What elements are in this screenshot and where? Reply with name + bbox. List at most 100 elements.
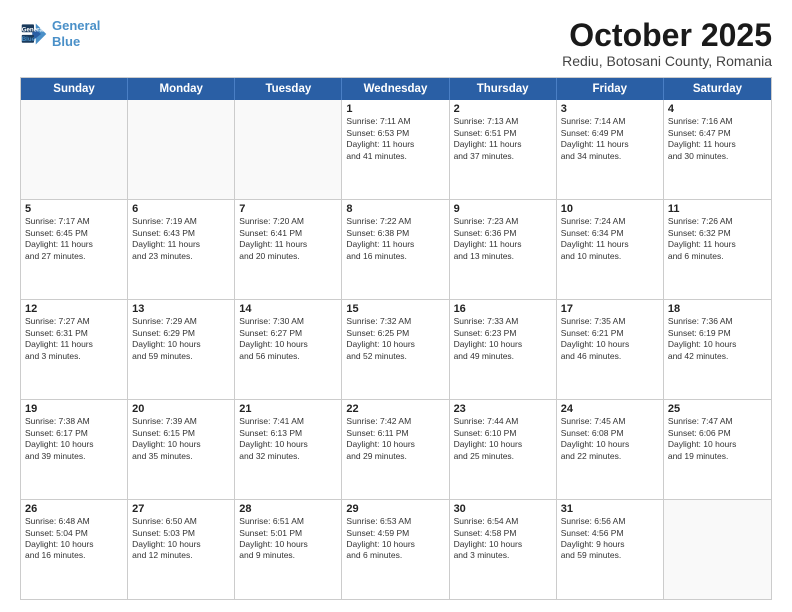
day-number: 20 xyxy=(132,403,230,415)
calendar-row-4: 19Sunrise: 7:38 AM Sunset: 6:17 PM Dayli… xyxy=(21,399,771,499)
calendar-cell xyxy=(128,100,235,199)
weekday-header-wednesday: Wednesday xyxy=(342,78,449,100)
day-number: 8 xyxy=(346,203,444,215)
calendar-row-3: 12Sunrise: 7:27 AM Sunset: 6:31 PM Dayli… xyxy=(21,299,771,399)
calendar-cell: 9Sunrise: 7:23 AM Sunset: 6:36 PM Daylig… xyxy=(450,200,557,299)
day-number: 7 xyxy=(239,203,337,215)
calendar-row-5: 26Sunrise: 6:48 AM Sunset: 5:04 PM Dayli… xyxy=(21,499,771,599)
calendar-cell: 29Sunrise: 6:53 AM Sunset: 4:59 PM Dayli… xyxy=(342,500,449,599)
day-number: 19 xyxy=(25,403,123,415)
calendar-cell: 25Sunrise: 7:47 AM Sunset: 6:06 PM Dayli… xyxy=(664,400,771,499)
calendar-cell: 12Sunrise: 7:27 AM Sunset: 6:31 PM Dayli… xyxy=(21,300,128,399)
calendar-cell: 24Sunrise: 7:45 AM Sunset: 6:08 PM Dayli… xyxy=(557,400,664,499)
day-info: Sunrise: 7:44 AM Sunset: 6:10 PM Dayligh… xyxy=(454,416,552,462)
logo: General Blue GeneralBlue xyxy=(20,18,100,49)
calendar-cell: 4Sunrise: 7:16 AM Sunset: 6:47 PM Daylig… xyxy=(664,100,771,199)
day-info: Sunrise: 7:14 AM Sunset: 6:49 PM Dayligh… xyxy=(561,116,659,162)
calendar-cell: 3Sunrise: 7:14 AM Sunset: 6:49 PM Daylig… xyxy=(557,100,664,199)
day-number: 5 xyxy=(25,203,123,215)
weekday-header-thursday: Thursday xyxy=(450,78,557,100)
day-number: 14 xyxy=(239,303,337,315)
calendar-cell: 10Sunrise: 7:24 AM Sunset: 6:34 PM Dayli… xyxy=(557,200,664,299)
calendar-cell: 30Sunrise: 6:54 AM Sunset: 4:58 PM Dayli… xyxy=(450,500,557,599)
logo-text: GeneralBlue xyxy=(52,18,100,49)
day-info: Sunrise: 7:22 AM Sunset: 6:38 PM Dayligh… xyxy=(346,216,444,262)
calendar-cell: 15Sunrise: 7:32 AM Sunset: 6:25 PM Dayli… xyxy=(342,300,449,399)
day-info: Sunrise: 7:26 AM Sunset: 6:32 PM Dayligh… xyxy=(668,216,767,262)
calendar-cell: 13Sunrise: 7:29 AM Sunset: 6:29 PM Dayli… xyxy=(128,300,235,399)
calendar-cell: 22Sunrise: 7:42 AM Sunset: 6:11 PM Dayli… xyxy=(342,400,449,499)
calendar-cell: 2Sunrise: 7:13 AM Sunset: 6:51 PM Daylig… xyxy=(450,100,557,199)
day-info: Sunrise: 7:32 AM Sunset: 6:25 PM Dayligh… xyxy=(346,316,444,362)
day-info: Sunrise: 7:11 AM Sunset: 6:53 PM Dayligh… xyxy=(346,116,444,162)
svg-text:Blue: Blue xyxy=(22,36,36,43)
day-info: Sunrise: 7:13 AM Sunset: 6:51 PM Dayligh… xyxy=(454,116,552,162)
day-info: Sunrise: 7:38 AM Sunset: 6:17 PM Dayligh… xyxy=(25,416,123,462)
day-info: Sunrise: 7:20 AM Sunset: 6:41 PM Dayligh… xyxy=(239,216,337,262)
calendar-cell: 6Sunrise: 7:19 AM Sunset: 6:43 PM Daylig… xyxy=(128,200,235,299)
day-number: 22 xyxy=(346,403,444,415)
day-info: Sunrise: 7:19 AM Sunset: 6:43 PM Dayligh… xyxy=(132,216,230,262)
day-info: Sunrise: 6:53 AM Sunset: 4:59 PM Dayligh… xyxy=(346,516,444,562)
calendar: SundayMondayTuesdayWednesdayThursdayFrid… xyxy=(20,77,772,600)
day-info: Sunrise: 6:50 AM Sunset: 5:03 PM Dayligh… xyxy=(132,516,230,562)
day-number: 26 xyxy=(25,503,123,515)
calendar-cell xyxy=(664,500,771,599)
day-number: 9 xyxy=(454,203,552,215)
calendar-row-1: 1Sunrise: 7:11 AM Sunset: 6:53 PM Daylig… xyxy=(21,100,771,199)
calendar-cell: 23Sunrise: 7:44 AM Sunset: 6:10 PM Dayli… xyxy=(450,400,557,499)
calendar-body: 1Sunrise: 7:11 AM Sunset: 6:53 PM Daylig… xyxy=(21,100,771,599)
day-info: Sunrise: 7:47 AM Sunset: 6:06 PM Dayligh… xyxy=(668,416,767,462)
calendar-cell xyxy=(21,100,128,199)
day-info: Sunrise: 7:36 AM Sunset: 6:19 PM Dayligh… xyxy=(668,316,767,362)
calendar-cell: 26Sunrise: 6:48 AM Sunset: 5:04 PM Dayli… xyxy=(21,500,128,599)
calendar-cell xyxy=(235,100,342,199)
calendar-cell: 31Sunrise: 6:56 AM Sunset: 4:56 PM Dayli… xyxy=(557,500,664,599)
day-number: 11 xyxy=(668,203,767,215)
day-number: 24 xyxy=(561,403,659,415)
page: General Blue GeneralBlue October 2025 Re… xyxy=(0,0,792,612)
svg-text:General: General xyxy=(22,26,45,33)
calendar-cell: 16Sunrise: 7:33 AM Sunset: 6:23 PM Dayli… xyxy=(450,300,557,399)
calendar-cell: 28Sunrise: 6:51 AM Sunset: 5:01 PM Dayli… xyxy=(235,500,342,599)
calendar-cell: 11Sunrise: 7:26 AM Sunset: 6:32 PM Dayli… xyxy=(664,200,771,299)
logo-icon: General Blue xyxy=(20,20,48,48)
calendar-cell: 7Sunrise: 7:20 AM Sunset: 6:41 PM Daylig… xyxy=(235,200,342,299)
weekday-header-sunday: Sunday xyxy=(21,78,128,100)
day-info: Sunrise: 6:51 AM Sunset: 5:01 PM Dayligh… xyxy=(239,516,337,562)
day-info: Sunrise: 6:48 AM Sunset: 5:04 PM Dayligh… xyxy=(25,516,123,562)
calendar-cell: 8Sunrise: 7:22 AM Sunset: 6:38 PM Daylig… xyxy=(342,200,449,299)
month-title: October 2025 xyxy=(562,18,772,53)
day-number: 4 xyxy=(668,103,767,115)
day-info: Sunrise: 7:17 AM Sunset: 6:45 PM Dayligh… xyxy=(25,216,123,262)
day-number: 25 xyxy=(668,403,767,415)
day-info: Sunrise: 7:41 AM Sunset: 6:13 PM Dayligh… xyxy=(239,416,337,462)
calendar-cell: 1Sunrise: 7:11 AM Sunset: 6:53 PM Daylig… xyxy=(342,100,449,199)
day-number: 3 xyxy=(561,103,659,115)
calendar-cell: 5Sunrise: 7:17 AM Sunset: 6:45 PM Daylig… xyxy=(21,200,128,299)
header: General Blue GeneralBlue October 2025 Re… xyxy=(20,18,772,69)
day-info: Sunrise: 7:42 AM Sunset: 6:11 PM Dayligh… xyxy=(346,416,444,462)
day-info: Sunrise: 7:29 AM Sunset: 6:29 PM Dayligh… xyxy=(132,316,230,362)
day-number: 15 xyxy=(346,303,444,315)
day-info: Sunrise: 7:30 AM Sunset: 6:27 PM Dayligh… xyxy=(239,316,337,362)
day-info: Sunrise: 7:27 AM Sunset: 6:31 PM Dayligh… xyxy=(25,316,123,362)
day-info: Sunrise: 7:16 AM Sunset: 6:47 PM Dayligh… xyxy=(668,116,767,162)
day-number: 1 xyxy=(346,103,444,115)
day-number: 23 xyxy=(454,403,552,415)
day-number: 2 xyxy=(454,103,552,115)
day-number: 13 xyxy=(132,303,230,315)
calendar-cell: 17Sunrise: 7:35 AM Sunset: 6:21 PM Dayli… xyxy=(557,300,664,399)
day-number: 28 xyxy=(239,503,337,515)
weekday-header-friday: Friday xyxy=(557,78,664,100)
day-number: 18 xyxy=(668,303,767,315)
calendar-header: SundayMondayTuesdayWednesdayThursdayFrid… xyxy=(21,78,771,100)
day-number: 31 xyxy=(561,503,659,515)
calendar-cell: 27Sunrise: 6:50 AM Sunset: 5:03 PM Dayli… xyxy=(128,500,235,599)
day-info: Sunrise: 7:39 AM Sunset: 6:15 PM Dayligh… xyxy=(132,416,230,462)
day-info: Sunrise: 6:56 AM Sunset: 4:56 PM Dayligh… xyxy=(561,516,659,562)
calendar-cell: 14Sunrise: 7:30 AM Sunset: 6:27 PM Dayli… xyxy=(235,300,342,399)
day-info: Sunrise: 7:35 AM Sunset: 6:21 PM Dayligh… xyxy=(561,316,659,362)
weekday-header-monday: Monday xyxy=(128,78,235,100)
day-info: Sunrise: 7:24 AM Sunset: 6:34 PM Dayligh… xyxy=(561,216,659,262)
